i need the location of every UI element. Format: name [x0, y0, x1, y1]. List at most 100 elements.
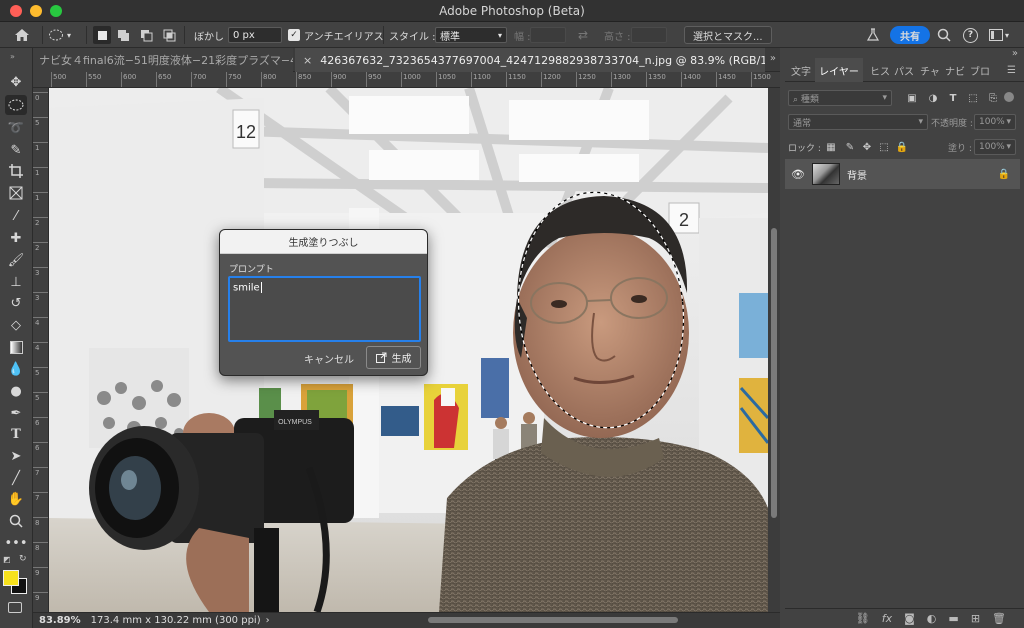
toolbar-collapse-icon[interactable]: » — [10, 52, 15, 61]
lock-image-icon[interactable]: ✎ — [843, 140, 857, 154]
zoom-tool[interactable] — [5, 511, 27, 531]
frame-icon — [9, 186, 23, 200]
clone-stamp-tool[interactable]: ⊥ — [5, 272, 27, 292]
vertical-scrollbar[interactable] — [768, 88, 780, 612]
filter-kind-select[interactable]: ⌕ 種類 ▾ — [788, 90, 892, 106]
type-tool[interactable]: T — [5, 424, 27, 444]
close-icon[interactable]: × — [303, 54, 312, 67]
eye-icon[interactable]: 👁 — [791, 168, 805, 181]
prompt-input[interactable]: smile — [228, 276, 421, 342]
magic-wand-tool[interactable]: ✎ — [5, 140, 27, 160]
eraser-tool[interactable]: ◇ — [5, 315, 27, 335]
history-brush-tool[interactable]: ↺ — [5, 293, 27, 313]
delete-layer-icon[interactable]: 🗑 — [992, 612, 1006, 625]
tab-character[interactable]: 文字 — [791, 58, 811, 82]
style-select[interactable]: 標準 ▾ — [435, 27, 507, 43]
healing-brush-tool[interactable]: ✚ — [5, 228, 27, 248]
move-tool[interactable]: ✥ — [5, 72, 27, 92]
filter-toggle-icon[interactable] — [1004, 92, 1014, 102]
style-select-value: 標準 — [440, 31, 460, 43]
new-layer-icon[interactable]: ⊞ — [971, 612, 980, 625]
filter-smart-object-icon[interactable]: ⎘ — [986, 91, 1000, 105]
blend-mode-select[interactable]: 通常 ▾ — [788, 114, 928, 130]
zoom-icon — [9, 514, 23, 528]
lock-position-icon[interactable]: ✥ — [860, 140, 874, 154]
lock-artboard-icon[interactable]: ⬚ — [877, 140, 891, 154]
panel-menu-icon[interactable]: ☰ — [1007, 58, 1016, 82]
tab-channels[interactable]: チャ — [920, 58, 940, 82]
labs-button[interactable] — [866, 26, 880, 44]
elliptical-marquee-tool[interactable] — [5, 95, 27, 115]
horizontal-scroll-thumb[interactable] — [428, 617, 678, 623]
select-and-mask-button[interactable]: 選択とマスク... — [684, 26, 772, 44]
share-button[interactable]: 共有 — [890, 26, 930, 44]
hand-icon: ✋ — [7, 491, 25, 507]
brush-tool[interactable]: 🖌 — [5, 250, 27, 270]
layer-style-icon[interactable]: fx — [882, 612, 892, 625]
prompt-input-value: smile — [233, 282, 260, 294]
blur-tool[interactable]: 💧 — [5, 359, 27, 379]
antialias-checkbox[interactable]: ✓ アンチエイリアス — [288, 26, 384, 44]
add-selection-button[interactable] — [114, 26, 132, 44]
filter-shape-icon[interactable]: ⬚ — [966, 91, 980, 105]
filter-type-icon[interactable]: T — [946, 91, 960, 105]
zoom-level[interactable]: 83.89% — [39, 615, 81, 626]
lock-all-icon[interactable]: 🔒 — [895, 140, 909, 154]
tab-navigator[interactable]: ナビ — [945, 58, 965, 82]
help-button[interactable]: ? — [963, 26, 978, 44]
height-input[interactable] — [631, 27, 667, 43]
feather-input[interactable]: 0 px — [228, 27, 282, 43]
lock-transparent-icon[interactable]: ▦ — [824, 140, 838, 154]
swap-arrows-icon: ⇄ — [578, 28, 589, 42]
foreground-color-swatch[interactable] — [3, 570, 19, 586]
eyedropper-tool[interactable]: ⁄ — [5, 206, 27, 226]
cancel-button[interactable]: キャンセル — [304, 348, 354, 368]
hand-tool[interactable]: ✋ — [5, 489, 27, 509]
tab-document-1[interactable]: ナビ女４final6流−51明度液体−21彩度プラズマ−41.jpg — [33, 48, 293, 72]
tab-paths[interactable]: パス — [894, 58, 914, 82]
subtract-selection-button[interactable] — [137, 26, 155, 44]
home-icon — [15, 29, 29, 41]
width-input[interactable] — [530, 27, 566, 43]
tab-document-2[interactable]: × 426367632_7323654377697004_42471298829… — [295, 48, 765, 72]
filter-pixel-icon[interactable]: ▣ — [905, 91, 919, 105]
new-adjustment-icon[interactable]: ◐ — [927, 612, 937, 625]
room-sign-2: 2 — [679, 210, 689, 230]
default-colors-icon[interactable]: ◩ — [3, 555, 11, 564]
generate-button[interactable]: 生成 — [366, 346, 421, 369]
tab-layers[interactable]: レイヤー — [815, 58, 863, 82]
fill-input[interactable]: 100% ▾ — [974, 139, 1016, 155]
search-button[interactable] — [937, 26, 951, 44]
frame-tool[interactable] — [5, 183, 27, 203]
tool-preset-picker[interactable]: ▾ — [48, 26, 71, 44]
add-selection-icon — [117, 29, 129, 41]
quick-mask-icon[interactable] — [8, 602, 22, 613]
add-mask-icon[interactable]: ◙ — [904, 612, 915, 625]
more-tools-button[interactable]: ••• — [5, 533, 28, 553]
tab-brush[interactable]: ブロ — [970, 58, 990, 82]
chevron-right-icon[interactable]: › — [266, 615, 270, 626]
link-layers-icon[interactable]: ⛓ — [856, 612, 870, 625]
new-selection-button[interactable] — [93, 26, 111, 44]
more-tabs-icon[interactable]: » — [770, 53, 776, 64]
vertical-scroll-thumb[interactable] — [771, 228, 777, 518]
swap-colors-icon[interactable]: ↻ — [19, 554, 27, 564]
layer-row-background[interactable]: 👁 背景 🔒 — [785, 159, 1020, 189]
home-button[interactable] — [8, 26, 36, 44]
intersect-selection-button[interactable] — [160, 26, 178, 44]
filter-adjustment-icon[interactable]: ◑ — [926, 91, 940, 105]
dodge-tool[interactable]: ● — [5, 381, 27, 401]
swap-dimensions-button[interactable]: ⇄ — [578, 26, 588, 44]
path-selection-tool[interactable]: ➤ — [5, 446, 27, 466]
ruler-tick-label: 0 — [35, 94, 40, 102]
gradient-tool[interactable] — [5, 337, 27, 357]
opacity-input[interactable]: 100% ▾ — [974, 114, 1016, 130]
line-tool[interactable]: ╱ — [5, 468, 27, 488]
lasso-tool[interactable]: ➰ — [5, 118, 27, 138]
new-group-icon[interactable]: ▬ — [948, 612, 958, 625]
pen-tool[interactable]: ✒ — [5, 403, 27, 423]
crop-tool[interactable] — [5, 161, 27, 181]
workspace-button[interactable]: ▾ — [989, 26, 1009, 44]
tab-history[interactable]: ヒス — [870, 58, 890, 82]
ruler-tick-label: 1350 — [648, 73, 666, 81]
